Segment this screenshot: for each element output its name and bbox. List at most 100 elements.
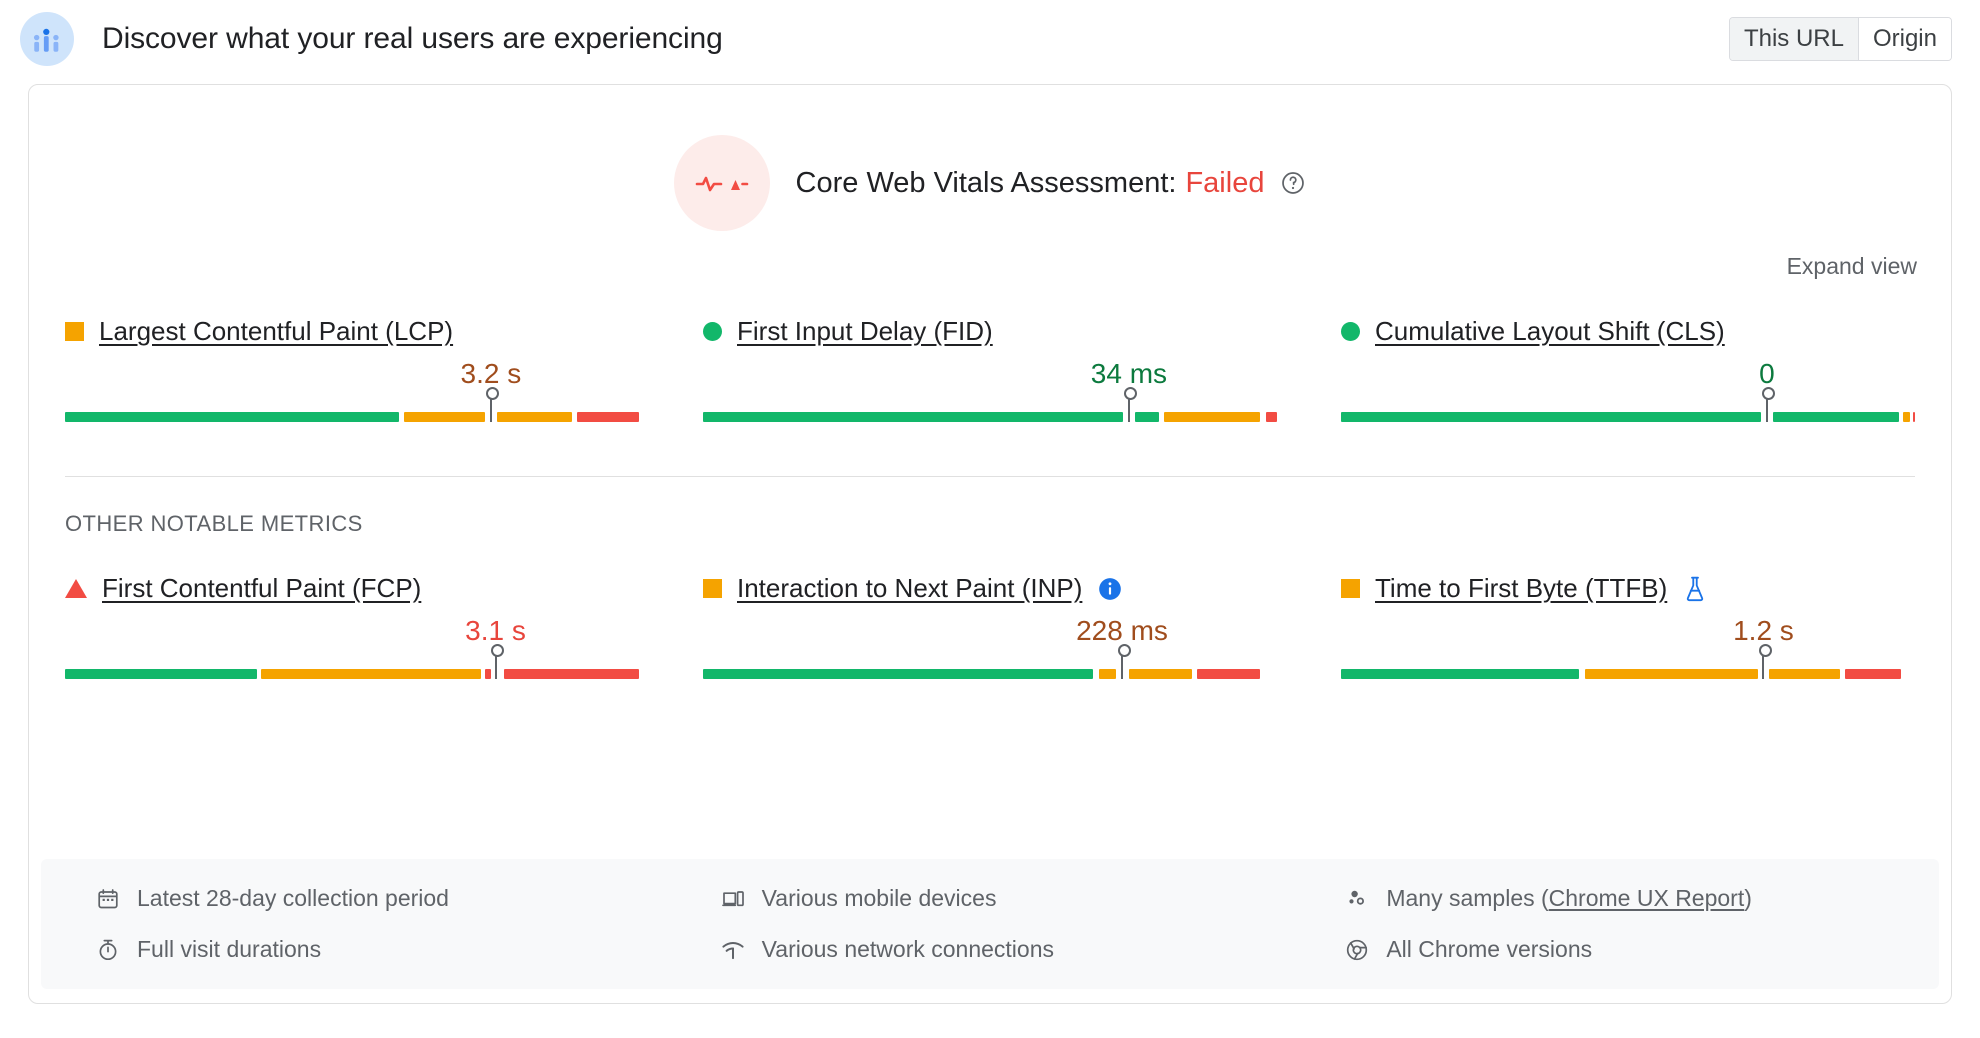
- metric-distribution-bar: [1341, 387, 1915, 422]
- other-metrics-label: OTHER NOTABLE METRICS: [65, 511, 363, 536]
- footer-item-0-1: Full visit durations: [95, 936, 690, 963]
- bar-track: [65, 412, 639, 422]
- square-orange-icon: [1341, 579, 1360, 598]
- bar-segment-good-0: [703, 669, 1094, 679]
- core-web-vitals-metrics: Largest Contentful Paint (LCP) 3.2 s First…: [29, 280, 1951, 422]
- metric-value-marker: [491, 644, 504, 679]
- footer-item-2-0: Many samples (Chrome UX Report): [1344, 885, 1939, 912]
- footer-item-text: Full visit durations: [137, 936, 321, 963]
- bar-track: [703, 412, 1277, 422]
- bar-segment-average-1: [261, 669, 482, 679]
- circle-green-icon: [1341, 322, 1360, 341]
- footer-item-label: Various mobile devices: [761, 885, 997, 911]
- metric-value: 0: [1759, 358, 1775, 389]
- square-orange-icon: [703, 579, 722, 598]
- metric-distribution-bar: [65, 644, 639, 679]
- metric-value-marker: [1758, 644, 1772, 679]
- stopwatch-icon: [95, 937, 121, 963]
- bar-segment-poor-3: [577, 412, 639, 422]
- toggle-this-url[interactable]: This URL: [1729, 18, 1858, 60]
- metric-header: Interaction to Next Paint (INP): [703, 573, 1277, 604]
- footer-column-0: Latest 28-day collection period Full visi…: [95, 885, 690, 963]
- metric-value-row: 1.2 s: [1341, 615, 1915, 653]
- bar-segment-average-1: [1584, 669, 1758, 679]
- expand-view-link[interactable]: Expand view: [1787, 253, 1917, 280]
- metric-value: 34 ms: [1090, 358, 1168, 389]
- metric-distribution-bar: [65, 387, 639, 422]
- flask-experimental-icon[interactable]: [1682, 575, 1708, 603]
- network-icon: [720, 937, 746, 963]
- info-icon[interactable]: [1097, 576, 1123, 602]
- metric-name-link[interactable]: First Contentful Paint (FCP): [102, 573, 421, 604]
- bar-segment-good-0: [1341, 412, 1762, 422]
- bar-segment-poor-3: [1196, 669, 1260, 679]
- footer-item-label: Latest 28-day collection period: [137, 885, 449, 911]
- footer-item-text: Various mobile devices: [762, 885, 997, 912]
- chrome-ux-report-link[interactable]: Chrome UX Report: [1549, 885, 1745, 912]
- circle-green-icon: [703, 322, 722, 341]
- scope-toggle-group[interactable]: This URL Origin: [1728, 17, 1952, 61]
- bar-segment-average-1: [1099, 669, 1117, 679]
- bar-segment-poor-3: [1912, 412, 1915, 422]
- metric-name-link[interactable]: Largest Contentful Paint (LCP): [99, 316, 453, 347]
- footer-item-label: Various network connections: [761, 936, 1054, 962]
- metric-core-2: Cumulative Layout Shift (CLS) 0: [1341, 316, 1915, 422]
- assessment-text: Core Web Vitals Assessment: Failed: [796, 167, 1307, 200]
- bar-segment-good-0: [65, 669, 258, 679]
- bar-track: [703, 669, 1277, 679]
- footer-item-label: All Chrome versions: [1386, 936, 1593, 962]
- expand-view-row: Expand view: [29, 231, 1951, 280]
- metric-name-link[interactable]: Interaction to Next Paint (INP): [737, 573, 1082, 604]
- footer-item-text: Various network connections: [762, 936, 1054, 963]
- footer-item-label: Many samples (: [1386, 885, 1549, 911]
- page-title: Discover what your real users are experi…: [102, 22, 723, 55]
- square-orange-icon: [65, 322, 84, 341]
- metric-header: Time to First Byte (TTFB): [1341, 573, 1915, 604]
- footer-column-2: Many samples (Chrome UX Report) All Chrom…: [1344, 885, 1939, 963]
- metric-name-link[interactable]: First Input Delay (FID): [737, 316, 993, 347]
- metric-other-0: First Contentful Paint (FCP) 3.1 s: [65, 573, 639, 679]
- samples-icon: [1344, 886, 1370, 912]
- bar-segment-poor-3: [1265, 412, 1277, 422]
- metric-value-marker: [1762, 387, 1776, 422]
- footer-item-text: All Chrome versions: [1386, 936, 1592, 963]
- metric-distribution-bar: [703, 644, 1277, 679]
- footer-item-1-1: Various network connections: [720, 936, 1315, 963]
- metric-distribution-bar: [703, 387, 1277, 422]
- metric-core-1: First Input Delay (FID) 34 ms: [703, 316, 1277, 422]
- metric-name-link[interactable]: Cumulative Layout Shift (CLS): [1375, 316, 1725, 347]
- pulse-fail-icon: [673, 135, 770, 231]
- cwv-assessment: Core Web Vitals Assessment: Failed: [29, 85, 1951, 231]
- toggle-origin[interactable]: Origin: [1857, 18, 1951, 60]
- page-header: Discover what your real users are experi…: [0, 0, 1980, 78]
- help-circle-icon[interactable]: [1280, 170, 1306, 196]
- other-notable-metrics: First Contentful Paint (FCP) 3.1 s Interac…: [29, 537, 1951, 679]
- bar-segment-good-1: [1773, 412, 1899, 422]
- calendar-icon: [95, 886, 121, 912]
- bar-track: [1341, 412, 1915, 422]
- bar-segment-good-0: [703, 412, 1124, 422]
- metric-core-0: Largest Contentful Paint (LCP) 3.2 s: [65, 316, 639, 422]
- metric-header: First Input Delay (FID): [703, 316, 1277, 347]
- footer-item-label: Full visit durations: [137, 936, 322, 962]
- metric-distribution-bar: [1341, 644, 1915, 679]
- bar-segment-poor-3: [503, 669, 639, 679]
- metric-value-marker: [486, 387, 500, 422]
- bar-track: [1341, 669, 1915, 679]
- footer-column-1: Various mobile devices Various network co…: [720, 885, 1315, 963]
- metric-value-marker: [1117, 644, 1131, 679]
- metric-header: Largest Contentful Paint (LCP): [65, 316, 639, 347]
- metric-value-row: 228 ms: [703, 615, 1277, 653]
- metric-value-row: 34 ms: [703, 358, 1277, 396]
- bar-segment-good-0: [65, 412, 400, 422]
- metric-value-row: 3.2 s: [65, 358, 639, 396]
- field-data-card: Core Web Vitals Assessment: Failed Expan…: [28, 84, 1952, 1004]
- metric-value: 3.1 s: [465, 615, 526, 646]
- chrome-icon: [1344, 937, 1370, 963]
- bar-segment-poor-3: [1844, 669, 1901, 679]
- footer-item-text: Latest 28-day collection period: [137, 885, 449, 912]
- data-provenance-footer: Latest 28-day collection period Full visi…: [41, 859, 1939, 989]
- bar-segment-good-0: [1341, 669, 1580, 679]
- metric-name-link[interactable]: Time to First Byte (TTFB): [1375, 573, 1667, 604]
- footer-item-text: Many samples (Chrome UX Report): [1386, 885, 1752, 912]
